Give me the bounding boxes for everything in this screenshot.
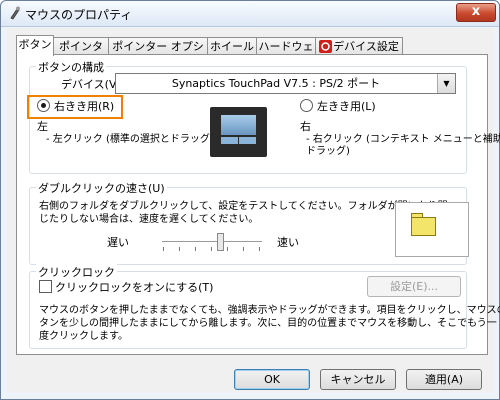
buttons-tab-panel: [16, 54, 488, 355]
mouse-icon: [10, 6, 20, 20]
tab-label: デバイス設定: [333, 40, 399, 53]
title-bar[interactable]: マウスのプロパティ x: [1, 1, 499, 27]
tab-pointer[interactable]: ポインター: [53, 37, 109, 70]
tab-hardware[interactable]: ハードウェア: [256, 37, 316, 70]
mouse-properties-window: マウスのプロパティ x ボタン ポインター ポインター オプション ホイール ハ…: [0, 0, 500, 400]
close-button[interactable]: x: [456, 3, 496, 22]
window-title: マウスのプロパティ: [25, 8, 133, 22]
tab-pointer-options[interactable]: ポインター オプション: [108, 37, 208, 70]
synaptics-icon: [319, 40, 332, 53]
tab-label: ホイール: [210, 40, 254, 53]
tab-buttons[interactable]: ボタン: [16, 35, 54, 56]
dialog-client: ボタン ポインター ポインター オプション ホイール ハードウェア デバイス設定: [7, 28, 493, 392]
tab-wheel[interactable]: ホイール: [207, 37, 257, 55]
close-icon: x: [471, 4, 481, 19]
tab-device-settings[interactable]: デバイス設定: [315, 37, 403, 55]
tab-label: ボタン: [18, 38, 52, 51]
